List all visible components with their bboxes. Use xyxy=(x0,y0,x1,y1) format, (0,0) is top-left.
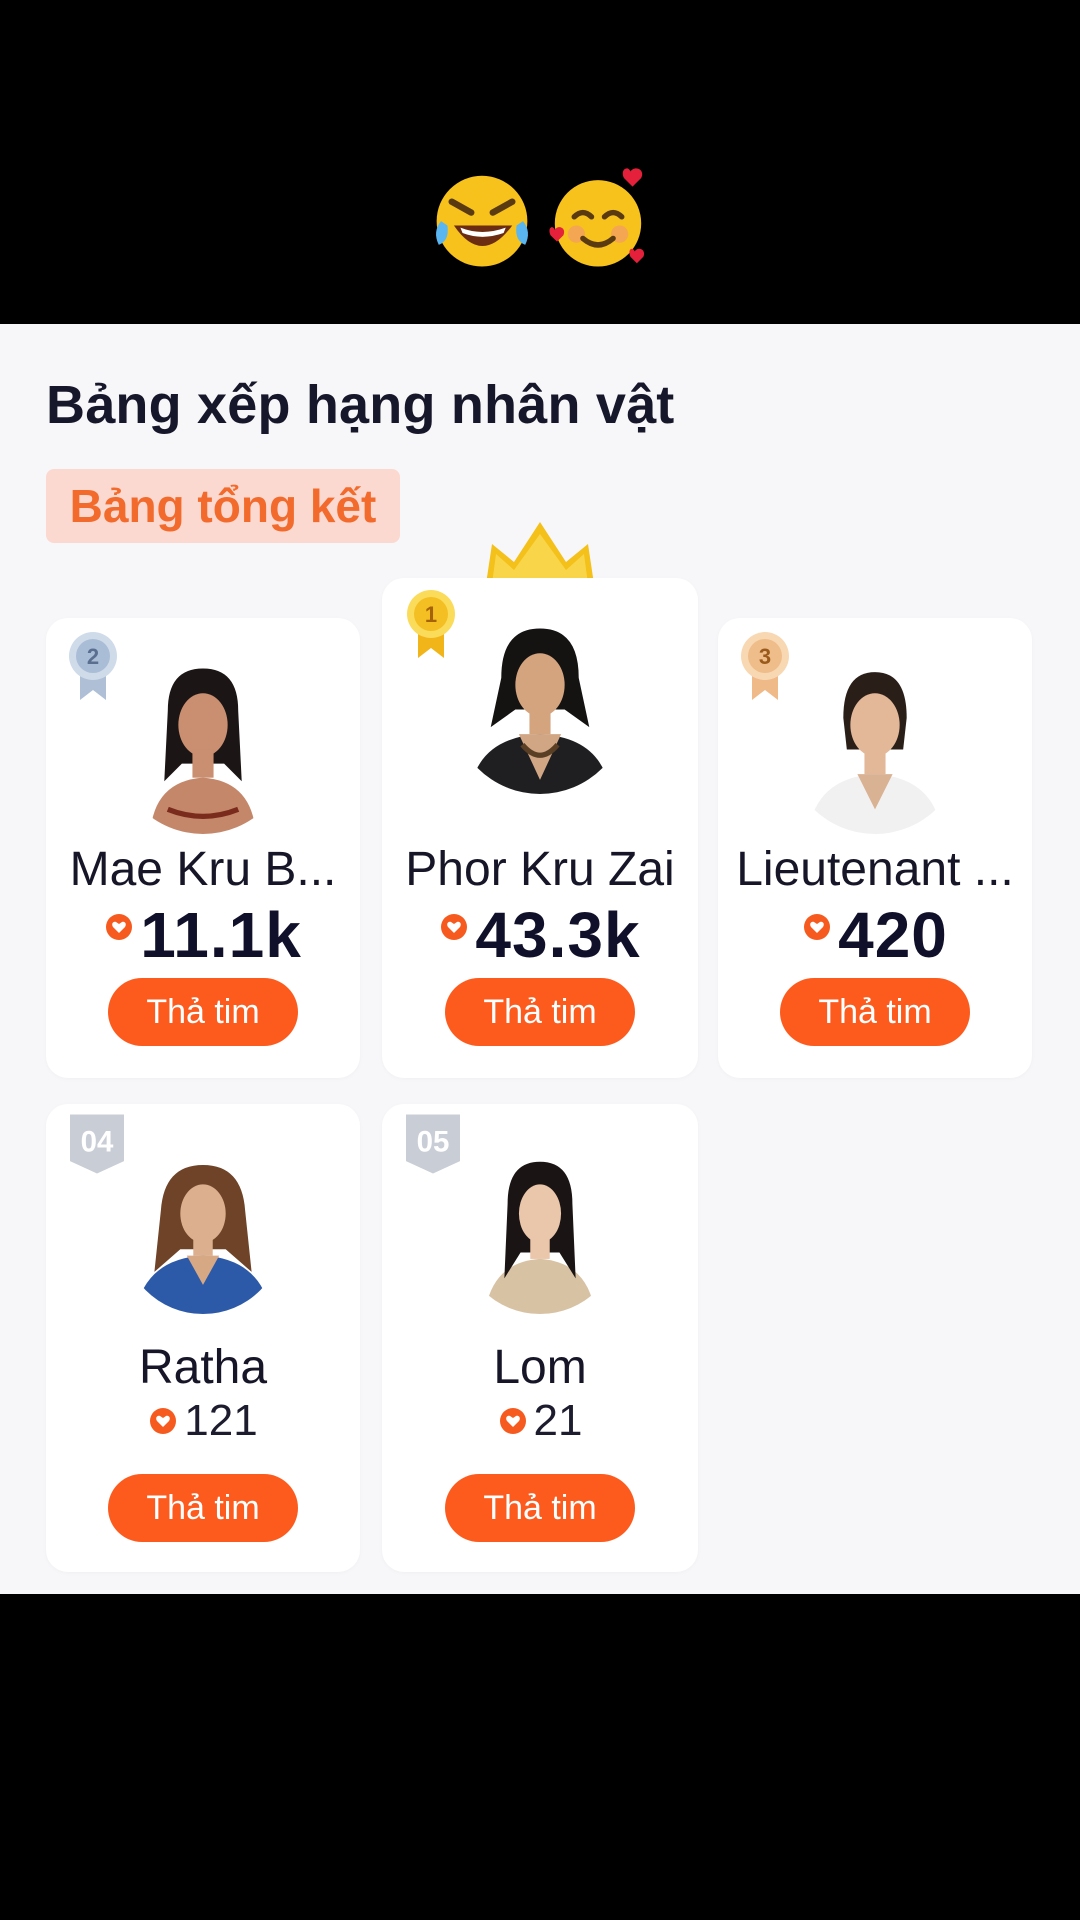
vote-count: 11.1k xyxy=(46,898,360,972)
avatar[interactable] xyxy=(122,1152,284,1314)
rank-tag-icon: 04 xyxy=(70,1114,124,1174)
heart-icon xyxy=(499,1408,526,1434)
heart-icon xyxy=(150,1408,177,1434)
smiling-hearts-emoji-icon xyxy=(549,168,645,267)
ranking-card-3: 3 Lieutenant ... 420 Thả tim xyxy=(718,618,1032,1078)
ranking-card-1: 1 Phor Kru Zai 43.3k Thả tim xyxy=(382,578,698,1078)
character-name: Phor Kru Zai xyxy=(405,843,675,896)
gold-medal-icon: 1 xyxy=(407,590,455,658)
vote-button[interactable]: Thả tim xyxy=(445,978,635,1046)
avatar[interactable] xyxy=(787,658,963,834)
character-name: Mae Kru B... xyxy=(69,843,337,896)
vote-count: 43.3k xyxy=(382,898,698,972)
silver-medal-icon: 2 xyxy=(69,632,117,700)
character-name: Lom xyxy=(493,1341,587,1394)
heart-icon xyxy=(441,914,468,940)
avatar[interactable] xyxy=(452,618,628,794)
character-name: Lieutenant ... xyxy=(736,843,1014,896)
svg-text:1: 1 xyxy=(425,602,437,627)
tab-summary[interactable]: Bảng tổng kết xyxy=(46,469,400,543)
vote-count: 420 xyxy=(718,898,1032,972)
ranking-card-4: 04 Ratha 121 Thả tim xyxy=(46,1104,360,1572)
ranking-panel: Bảng xếp hạng nhân vật Bảng tổng kết 2 M… xyxy=(0,324,1080,1594)
vote-count: 121 xyxy=(46,1396,360,1446)
vote-button[interactable]: Thả tim xyxy=(445,1474,635,1542)
vote-count: 21 xyxy=(382,1396,698,1446)
vote-button[interactable]: Thả tim xyxy=(780,978,970,1046)
emoji-row xyxy=(0,165,1080,273)
bronze-medal-icon: 3 xyxy=(741,632,789,700)
heart-icon xyxy=(804,914,831,940)
svg-text:04: 04 xyxy=(81,1125,114,1158)
ranking-card-5: 05 Lom 21 Thả tim xyxy=(382,1104,698,1572)
vote-button[interactable]: Thả tim xyxy=(108,978,298,1046)
rank-tag-icon: 05 xyxy=(406,1114,460,1174)
crown-icon xyxy=(486,522,594,584)
rolling-laughing-emoji-icon xyxy=(436,175,528,267)
video-top-bar xyxy=(0,0,1080,324)
character-name: Ratha xyxy=(138,1341,268,1394)
avatar[interactable] xyxy=(459,1152,621,1314)
avatar[interactable] xyxy=(115,658,291,834)
svg-text:2: 2 xyxy=(87,644,99,669)
svg-text:3: 3 xyxy=(759,644,771,669)
vote-button[interactable]: Thả tim xyxy=(108,1474,298,1542)
tab-summary-label: Bảng tổng kết xyxy=(69,480,377,532)
page-title: Bảng xếp hạng nhân vật xyxy=(46,375,675,435)
svg-text:05: 05 xyxy=(417,1125,450,1158)
ranking-card-2: 2 Mae Kru B... 11.1k Thả tim xyxy=(46,618,360,1078)
heart-icon xyxy=(106,914,133,940)
